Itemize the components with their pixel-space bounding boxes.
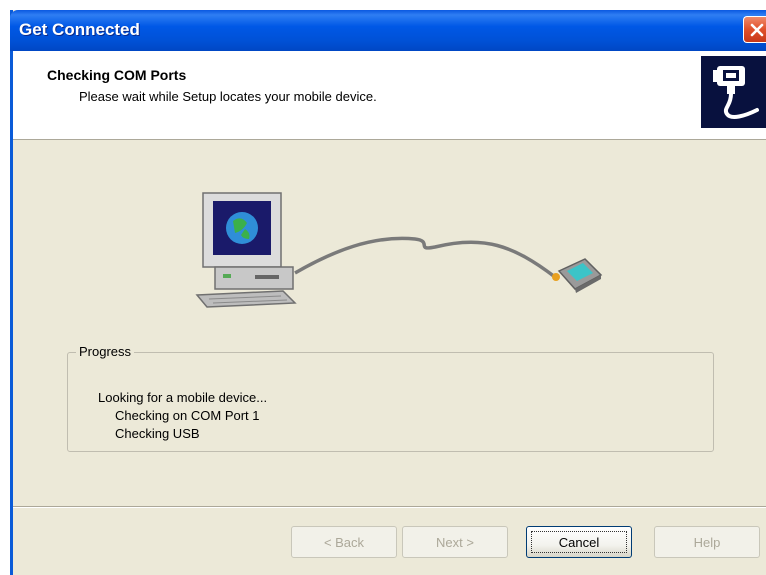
help-button-label: Help bbox=[693, 534, 721, 550]
progress-line: Checking on COM Port 1 bbox=[115, 408, 260, 423]
title-bar: Get Connected bbox=[10, 10, 766, 51]
connection-illustration bbox=[183, 185, 603, 320]
header-subtitle: Please wait while Setup locates your mob… bbox=[79, 89, 377, 104]
button-separator bbox=[13, 506, 766, 508]
close-icon bbox=[750, 23, 764, 37]
header-title: Checking COM Ports bbox=[47, 67, 187, 83]
progress-label: Progress bbox=[76, 344, 135, 359]
get-connected-dialog: Get Connected Checking COM Ports Please … bbox=[10, 10, 766, 575]
window-title: Get Connected bbox=[19, 20, 140, 39]
back-button[interactable]: < Back bbox=[291, 526, 397, 558]
next-button-label: Next > bbox=[436, 534, 474, 550]
cable-connector-icon bbox=[701, 56, 766, 128]
back-button-label: < Back bbox=[323, 534, 365, 550]
cancel-button-label: Cancel bbox=[558, 534, 600, 550]
wizard-header: Checking COM Ports Please wait while Set… bbox=[13, 51, 766, 140]
cancel-button[interactable]: Cancel bbox=[526, 526, 632, 558]
next-button[interactable]: Next > bbox=[402, 526, 508, 558]
progress-line: Checking USB bbox=[115, 426, 200, 441]
close-button[interactable] bbox=[743, 16, 766, 43]
handheld-device-icon bbox=[557, 258, 603, 293]
desktop-computer-icon bbox=[195, 192, 297, 308]
help-button[interactable]: Help bbox=[654, 526, 760, 558]
progress-groupbox: Progress Looking for a mobile device... … bbox=[67, 344, 714, 452]
progress-line: Looking for a mobile device... bbox=[98, 390, 268, 405]
